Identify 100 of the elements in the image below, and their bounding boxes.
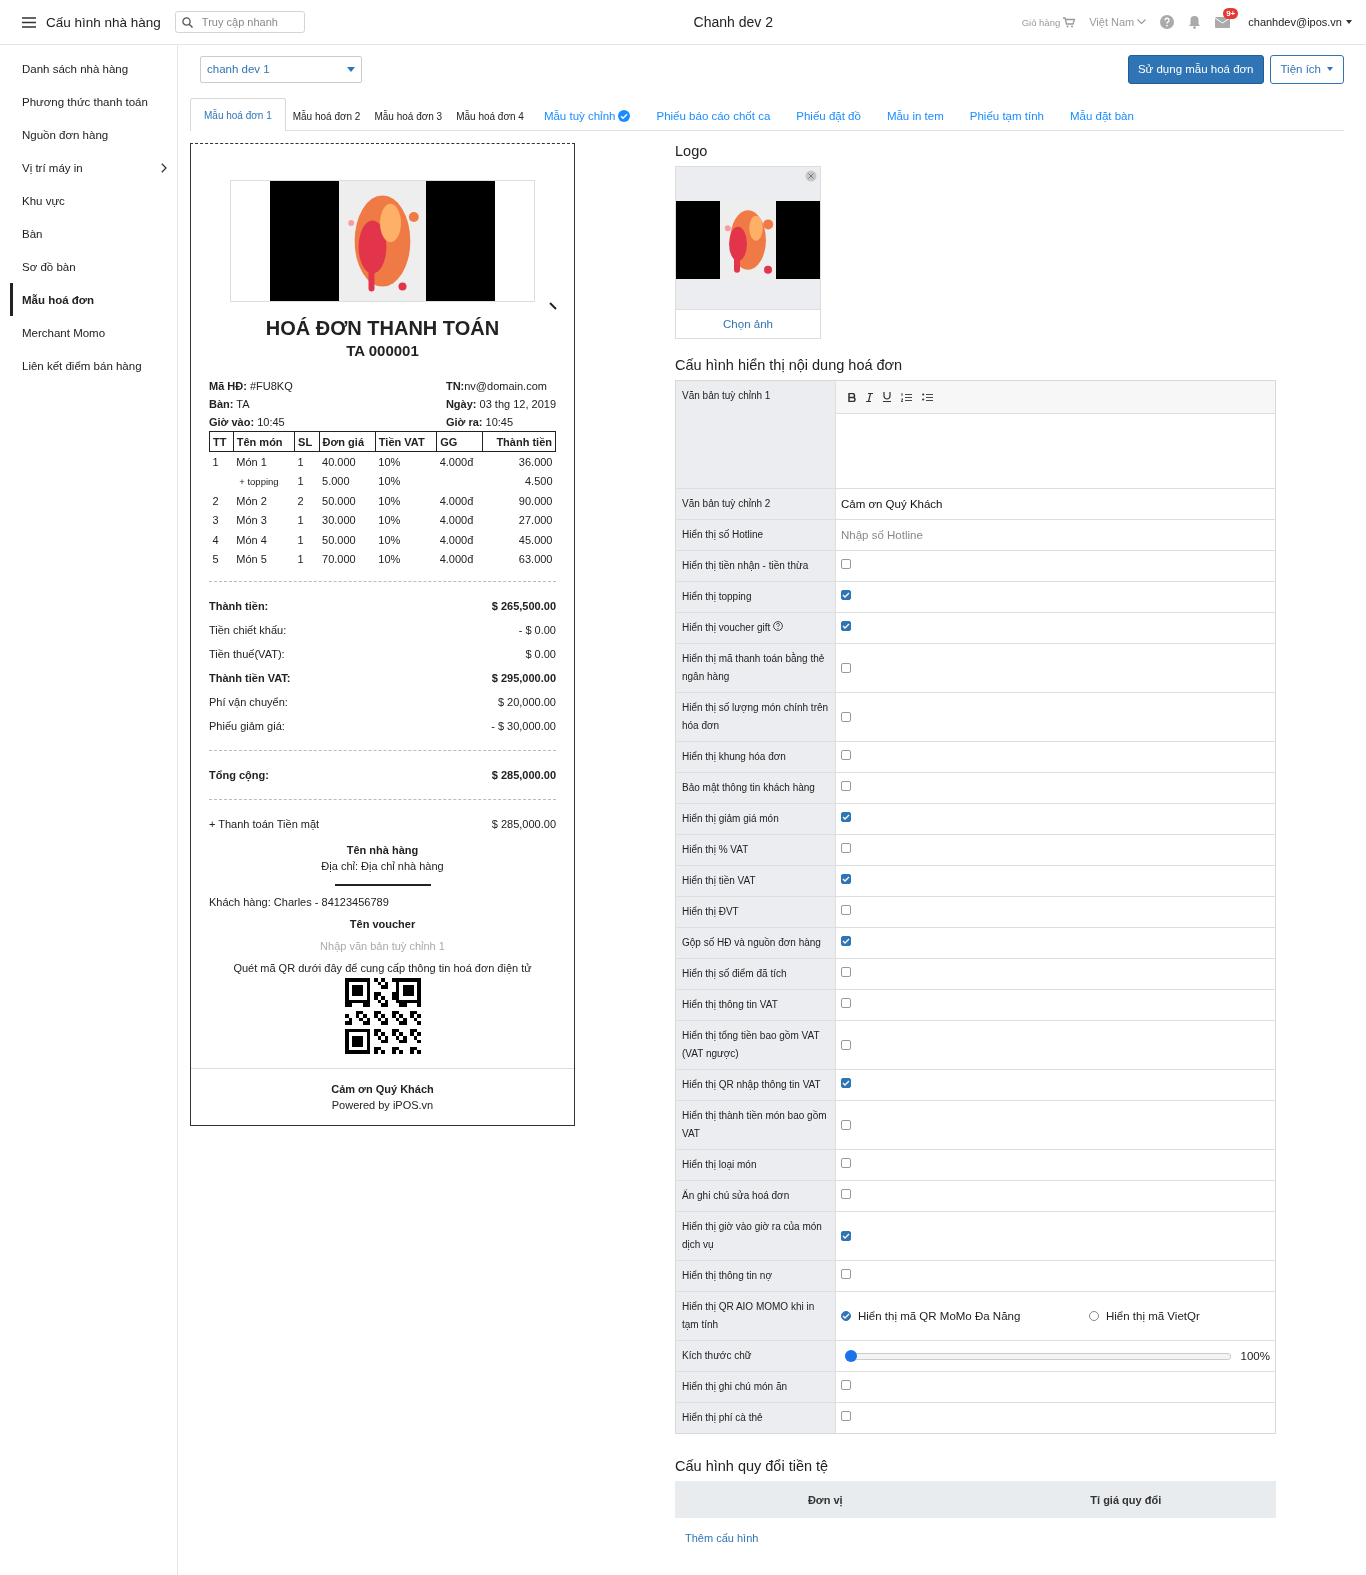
total-label: Thành tiền: <box>209 600 269 612</box>
mail-icon[interactable] <box>1215 16 1231 28</box>
setting-label: Hiển thị ghi chú món ăn <box>682 1380 788 1394</box>
checkbox[interactable] <box>841 874 851 884</box>
table-cell-text: 50.000 <box>321 493 357 509</box>
checkbox[interactable] <box>841 712 851 722</box>
total-value: $ 0.00 <box>525 648 556 660</box>
tab[interactable]: Mẫu hoá đơn 2 <box>285 100 368 131</box>
user-menu[interactable]: chanhdev@ipos.vn <box>1248 16 1342 28</box>
menu-icon[interactable] <box>22 16 36 28</box>
checkbox[interactable] <box>841 621 851 631</box>
utilities-button[interactable]: Tiện ích <box>1269 54 1344 84</box>
table-cell-text: 1 <box>296 474 305 490</box>
notification-badge: 9+ <box>1223 7 1239 19</box>
checkbox[interactable] <box>841 750 851 760</box>
store-address: Địa chỉ: Địa chỉ nhà hàng <box>320 860 445 872</box>
slider-track[interactable] <box>845 1350 1231 1362</box>
custom-text-field[interactable]: Nhập văn bản tuỳ chỉnh 1 <box>209 940 556 952</box>
tab[interactable]: Mẫu tuỳ chỉnh <box>530 100 644 131</box>
table-cell-text: 45.000 <box>517 532 554 548</box>
table-cell-text: 3 <box>211 513 220 529</box>
customer-info: Khách hàng: Charles - 84123456789 <box>209 896 390 908</box>
total-label: Tiền chiết khấu: <box>209 624 287 636</box>
table-cell-text: 5 <box>211 552 220 568</box>
underline-icon[interactable] <box>883 392 891 402</box>
tab[interactable]: Mẫu hoá đơn 1 <box>190 98 286 131</box>
checkbox[interactable] <box>841 1158 851 1168</box>
checkbox[interactable] <box>841 1120 851 1130</box>
bold-icon[interactable] <box>848 392 856 402</box>
cart-icon[interactable] <box>1063 16 1076 28</box>
sidebar-item[interactable]: Khu vực <box>0 184 177 217</box>
close-icon[interactable] <box>805 170 817 182</box>
receipt-code: TA 000001 <box>345 342 420 359</box>
sidebar-item[interactable]: Danh sách nhà hàng <box>0 52 177 85</box>
store-name: Tên nhà hàng <box>345 844 420 856</box>
checkbox[interactable] <box>841 1269 851 1279</box>
add-config-link[interactable]: Thêm cấu hình <box>685 1532 759 1544</box>
store-select[interactable]: chanh dev 1 <box>200 55 362 83</box>
checkbox[interactable] <box>841 967 851 977</box>
sidebar-item[interactable]: Vị trí máy in <box>0 151 177 184</box>
sidebar-item[interactable]: Nguồn đơn hàng <box>0 118 177 151</box>
numbered-list-icon[interactable] <box>901 392 912 402</box>
setting-label: Hiển thị QR AIO MOMO khi in tạm tính <box>682 1300 816 1332</box>
tab[interactable]: Phiếu tạm tính <box>956 100 1057 131</box>
sidebar-item[interactable]: Merchant Momo <box>0 316 177 349</box>
checkbox[interactable] <box>841 1380 851 1390</box>
italic-icon[interactable] <box>866 392 873 402</box>
table-cell-text: 10% <box>377 552 402 568</box>
checkbox[interactable] <box>841 1078 851 1088</box>
receipt-info: Bàn: TA <box>209 397 251 412</box>
setting-label: Ẩn ghi chú sửa hoá đơn <box>682 1188 790 1203</box>
column-header: GG <box>436 431 483 452</box>
hotline-field[interactable]: Nhập số Hotline <box>841 529 1270 541</box>
sidebar-item[interactable]: Liên kết điểm bán hàng <box>0 349 177 382</box>
checkbox[interactable] <box>841 559 851 569</box>
sidebar-item[interactable]: Sơ đồ bàn <box>0 250 177 283</box>
checkbox[interactable] <box>841 781 851 791</box>
setting-label: Văn bản tuỳ chỉnh 1 <box>682 389 771 403</box>
radio-button[interactable] <box>841 1311 851 1321</box>
chevron-down-icon[interactable] <box>1137 19 1147 25</box>
table-cell-text: 70.000 <box>321 552 357 568</box>
table-cell-text: Món 4 <box>235 532 268 548</box>
tab[interactable]: Mẫu hoá đơn 4 <box>449 100 531 131</box>
checkbox[interactable] <box>841 1189 851 1199</box>
checkbox[interactable] <box>841 663 851 673</box>
caret-icon[interactable] <box>1346 20 1352 24</box>
checkbox[interactable] <box>841 843 851 853</box>
slider-thumb[interactable] <box>845 1350 857 1362</box>
sidebar-item[interactable]: Mẫu hoá đơn <box>10 283 177 316</box>
checkbox[interactable] <box>841 905 851 915</box>
use-template-button[interactable]: Sử dụng mẫu hoá đơn <box>1127 54 1264 84</box>
tab[interactable]: Mẫu đặt bàn <box>1056 100 1147 131</box>
setting-label: Hiển thị tổng tiền bao gồm VAT (VAT ngược) <box>682 1029 821 1061</box>
column-header: Thành tiền <box>482 431 556 452</box>
checkbox[interactable] <box>841 1411 851 1421</box>
checkbox[interactable] <box>841 998 851 1008</box>
checkbox[interactable] <box>841 1231 851 1241</box>
sidebar-item[interactable]: Bàn <box>0 217 177 250</box>
checkbox[interactable] <box>841 590 851 600</box>
payment-label: + Thanh toán Tiền mặt <box>209 818 320 830</box>
checkbox[interactable] <box>841 936 851 946</box>
tab[interactable]: Mẫu hoá đơn 3 <box>367 100 450 131</box>
checkbox[interactable] <box>841 1040 851 1050</box>
table-cell-text: 10% <box>377 532 402 548</box>
setting-label: Hiển thị số điểm đã tích <box>682 967 787 981</box>
tab[interactable]: Mẫu in tem <box>873 100 957 131</box>
tab[interactable]: Phiếu đặt đồ <box>783 100 874 131</box>
choose-image-button[interactable]: Chọn ảnh <box>676 309 820 338</box>
checkbox[interactable] <box>841 812 851 822</box>
tab[interactable]: Phiếu báo cáo chốt ca <box>643 100 784 131</box>
table-cell-text: 4.500 <box>523 474 554 490</box>
help-icon[interactable] <box>773 621 784 631</box>
setting-label: Hiển thị loại món <box>682 1158 757 1172</box>
sidebar-item[interactable]: Phương thức thanh toán <box>0 85 177 118</box>
text-field[interactable]: Cảm ơn Quý Khách <box>841 498 1270 510</box>
page-title: Cấu hình nhà hàng <box>46 14 161 30</box>
search-field[interactable]: Truy cập nhanh <box>174 11 305 33</box>
bullet-list-icon[interactable] <box>922 392 933 402</box>
pencil-icon[interactable] <box>549 302 557 310</box>
bell-icon[interactable] <box>1188 15 1202 29</box>
